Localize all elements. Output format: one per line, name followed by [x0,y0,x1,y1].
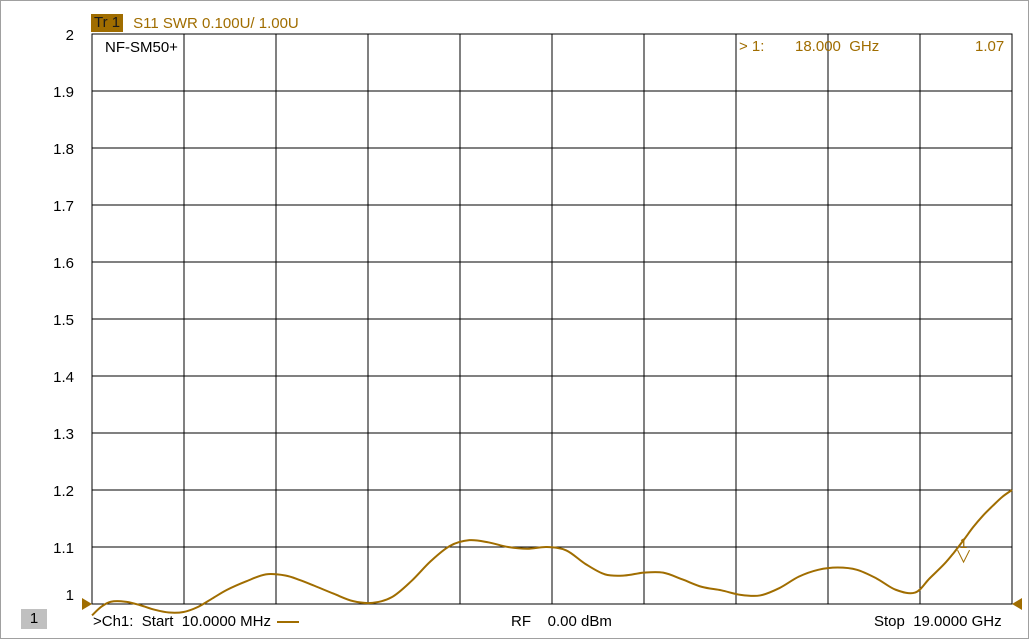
rf-power: RF 0.00 dBm [511,613,612,630]
marker-triangle[interactable] [957,549,971,564]
y-tick-label: 1.8 [53,141,74,158]
trace-legend-line [277,621,300,624]
marker-readout-prefix: > 1: [739,38,765,55]
trace-title[interactable]: Tr 1 S11 SWR 0.100U/ 1.00U [91,14,299,32]
trace-format: S11 SWR 0.100U/ 1.00U [133,14,299,32]
y-tick-label: 1.2 [53,483,74,500]
reference-arrow-right [1012,598,1022,610]
marker-readout-value: 1.07 [975,38,1005,55]
stop-frequency: Stop 19.0000 GHz [874,613,1002,630]
y-tick-label: 1.1 [53,540,74,557]
y-tick-label: 1.9 [53,84,74,101]
y-tick-label: 1.7 [53,198,74,215]
grid [91,33,1013,605]
y-tick-label: 1.5 [53,312,74,329]
analyzer-window: 2 1.9 1.8 1.7 1.6 1.5 1.4 1.3 1.2 1.1 1 1 Tr 1 S11… [0,0,1029,639]
y-tick-label: 1.4 [53,369,74,386]
y-tick-label: 1 [66,587,74,604]
swr-chart: 2 1.9 1.8 1.7 1.6 1.5 1.4 1.3 1.2 1.1 1 1 [53,27,1022,617]
marker-label: 1 [960,535,968,551]
trace-badge[interactable]: Tr 1 [91,14,124,32]
device-label: NF-SM50+ [105,39,178,56]
reference-arrow-left [82,598,92,610]
y-tick-label: 2 [66,27,74,44]
marker-1[interactable]: 1 [957,535,971,564]
y-tick-label: 1.6 [53,255,74,272]
y-tick-labels: 2 1.9 1.8 1.7 1.6 1.5 1.4 1.3 1.2 1.1 1 [53,27,74,604]
marker-readout-frequency: 18.000 GHz [795,38,880,55]
channel-badge[interactable]: 1 [21,609,47,629]
y-tick-label: 1.3 [53,426,74,443]
start-frequency: >Ch1: Start 10.0000 MHz [93,613,300,630]
